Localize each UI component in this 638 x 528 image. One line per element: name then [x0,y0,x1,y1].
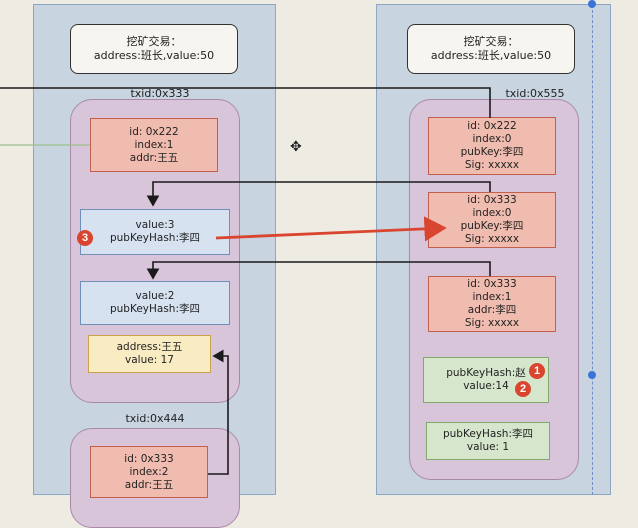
connector-layer [0,87,491,475]
connector-to-output1 [146,181,491,207]
connector-to-output3 [208,349,229,475]
step-badge-1: 1 [529,363,545,379]
connector-to-output2 [146,261,491,280]
step-badge-3: 3 [77,230,93,246]
step-badge-2: 2 [515,381,531,397]
red-arrow [215,216,447,242]
connector-top [0,87,491,118]
move-cursor-icon: ✥ [290,139,302,155]
